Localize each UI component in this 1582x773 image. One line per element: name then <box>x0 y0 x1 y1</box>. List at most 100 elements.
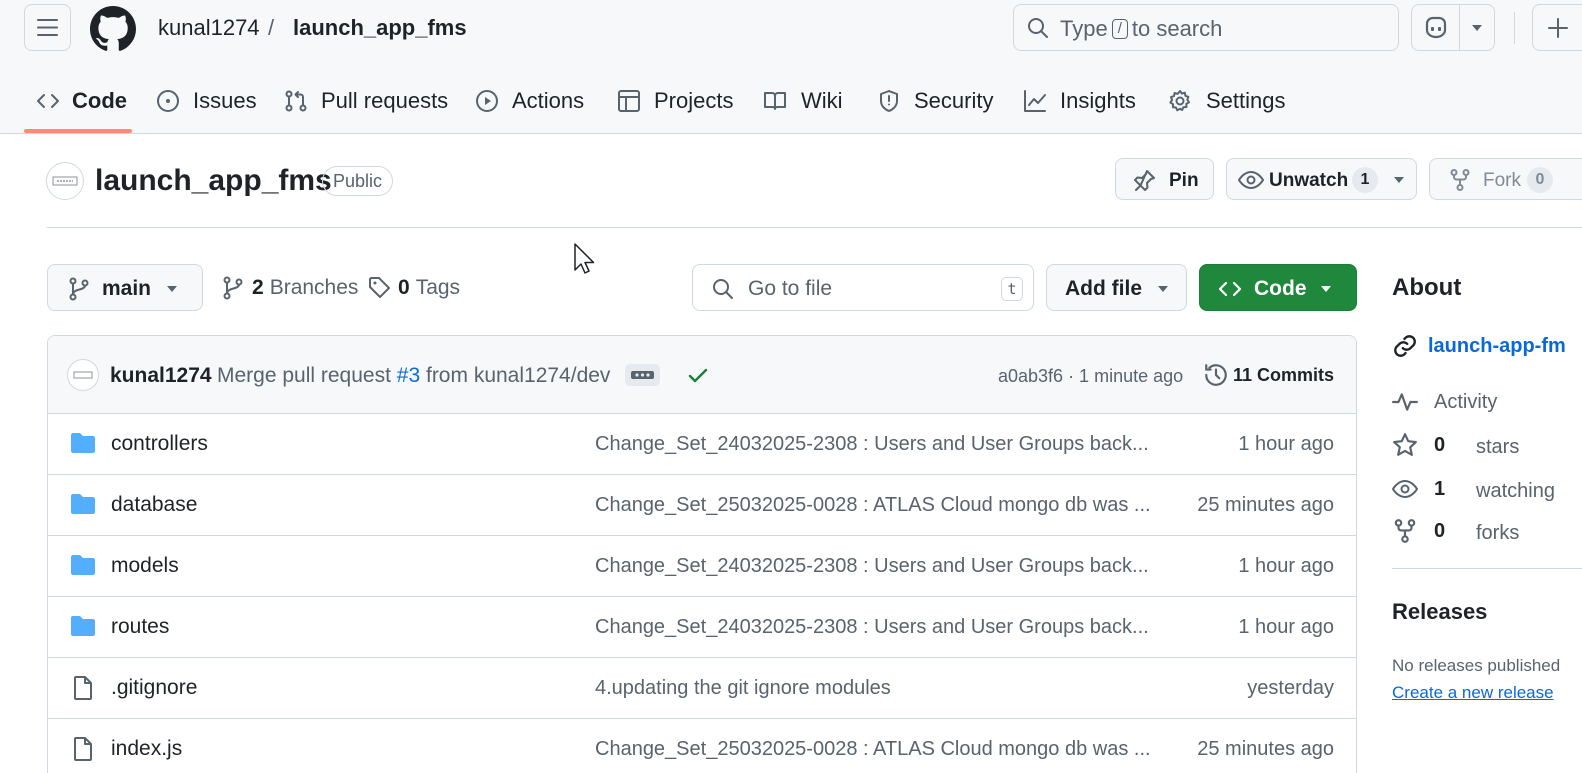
file-commit-time: 25 minutes ago <box>1197 494 1334 516</box>
mouse-cursor-icon <box>574 243 595 274</box>
folder-icon <box>71 555 95 575</box>
search-icon <box>1028 18 1048 38</box>
file-name[interactable]: models <box>111 554 179 578</box>
fork-icon <box>1394 519 1416 543</box>
divider <box>47 227 1582 228</box>
code-icon <box>1218 281 1242 297</box>
tab-wiki[interactable]: Wiki <box>763 83 843 119</box>
chevron-down-icon <box>1472 25 1482 31</box>
file-name[interactable]: routes <box>111 615 169 639</box>
search-input[interactable]: Type / to search <box>1013 4 1399 51</box>
commit-hash-time[interactable]: a0ab3f6 · 1 minute ago <box>998 366 1183 387</box>
breadcrumb-owner[interactable]: kunal1274 <box>158 14 260 42</box>
repo-title[interactable]: launch_app_fms <box>95 163 332 199</box>
file-commit-time: 1 hour ago <box>1238 616 1334 638</box>
file-row[interactable]: models Change_Set_24032025-2308 : Users … <box>48 536 1356 597</box>
pull-request-icon <box>285 90 307 112</box>
file-commit-message[interactable]: Change_Set_24032025-2308 : Users and Use… <box>595 432 1155 456</box>
branch-icon <box>69 277 89 301</box>
tab-insights[interactable]: Insights <box>1023 83 1136 119</box>
pr-link[interactable]: #3 <box>397 364 420 387</box>
file-commit-message[interactable]: Change_Set_25032025-0028 : ATLAS Cloud m… <box>595 737 1155 761</box>
file-row[interactable]: .gitignore 4.updating the git ignore mod… <box>48 658 1356 719</box>
file-browser: kunal1274 Merge pull request #3 from kun… <box>47 335 1357 773</box>
file-commit-message[interactable]: Change_Set_25032025-0028 : ATLAS Cloud m… <box>595 493 1155 517</box>
copilot-icon <box>1425 16 1447 39</box>
issue-icon <box>157 90 179 112</box>
folder-icon <box>71 433 95 453</box>
book-icon <box>764 92 786 110</box>
check-icon[interactable] <box>686 364 710 388</box>
branch-selector[interactable]: main <box>47 264 203 311</box>
fork-count: 0 <box>1527 167 1553 193</box>
selected-tab-indicator <box>24 129 132 133</box>
fork-button[interactable]: Fork 0 <box>1429 158 1582 200</box>
file-commit-time: 25 minutes ago <box>1197 738 1334 760</box>
file-name[interactable]: .gitignore <box>111 676 197 700</box>
github-logo-icon[interactable] <box>90 6 136 52</box>
repo-owner-avatar[interactable] <box>46 162 84 200</box>
tags-link[interactable]: 0 Tags <box>368 274 460 302</box>
create-release-link[interactable]: Create a new release <box>1392 683 1554 703</box>
homepage-link[interactable]: launch-app-fm <box>1392 333 1582 359</box>
file-commit-message[interactable]: Change_Set_24032025-2308 : Users and Use… <box>595 615 1155 639</box>
tag-icon <box>369 277 390 298</box>
shield-icon <box>880 90 898 112</box>
breadcrumb-repo[interactable]: launch_app_fms <box>293 14 467 42</box>
file-name[interactable]: index.js <box>111 737 182 761</box>
search-icon <box>713 279 733 299</box>
releases-heading[interactable]: Releases <box>1392 599 1487 625</box>
history-icon <box>1205 364 1227 386</box>
branches-link[interactable]: 2 Branches <box>221 274 358 302</box>
releases-empty-text: No releases published <box>1392 656 1561 675</box>
star-icon <box>1393 433 1417 456</box>
folder-icon <box>71 616 95 636</box>
tab-code[interactable]: Code <box>36 83 128 119</box>
file-commit-time: 1 hour ago <box>1238 433 1334 455</box>
commit-message[interactable]: Merge pull request #3 from kunal1274/dev <box>217 364 610 388</box>
expand-message-button[interactable] <box>625 364 660 386</box>
file-row[interactable]: controllers Change_Set_24032025-2308 : U… <box>48 414 1356 475</box>
commits-link[interactable]: 11 Commits <box>1203 362 1334 388</box>
visibility-badge: Public <box>322 166 394 196</box>
commit-author[interactable]: kunal1274 <box>110 364 212 388</box>
pin-button[interactable]: Pin <box>1115 158 1214 200</box>
tab-issues[interactable]: Issues <box>156 83 257 119</box>
file-commit-message[interactable]: 4.updating the git ignore modules <box>595 676 1155 700</box>
file-row[interactable]: index.js Change_Set_25032025-0028 : ATLA… <box>48 719 1356 773</box>
create-new-button[interactable] <box>1532 4 1582 51</box>
chevron-down-icon <box>1394 177 1404 183</box>
hamburger-icon <box>37 19 58 36</box>
file-name[interactable]: database <box>111 493 197 517</box>
link-icon <box>1394 335 1416 357</box>
file-row[interactable]: routes Change_Set_24032025-2308 : Users … <box>48 597 1356 658</box>
pin-icon <box>1134 170 1155 191</box>
divider <box>1392 568 1582 569</box>
go-to-file-input[interactable]: Go to file t <box>692 264 1034 311</box>
chevron-down-icon <box>167 286 177 292</box>
about-heading: About <box>1392 274 1462 301</box>
breadcrumb-separator: / <box>268 15 275 40</box>
fork-icon <box>1450 169 1470 191</box>
tab-pull-requests[interactable]: Pull requests <box>284 83 448 119</box>
table-icon <box>618 90 640 112</box>
menu-button[interactable] <box>24 4 71 51</box>
eye-icon <box>1392 480 1418 498</box>
commit-author-avatar[interactable] <box>67 359 99 391</box>
file-name[interactable]: controllers <box>111 432 208 456</box>
tab-actions[interactable]: Actions <box>475 83 585 119</box>
tab-settings[interactable]: Settings <box>1168 83 1286 119</box>
file-commit-message[interactable]: Change_Set_24032025-2308 : Users and Use… <box>595 554 1155 578</box>
copilot-button[interactable] <box>1411 4 1495 51</box>
tab-security[interactable]: Security <box>877 83 993 119</box>
file-row[interactable]: database Change_Set_25032025-0028 : ATLA… <box>48 475 1356 536</box>
pulse-icon <box>1392 393 1418 411</box>
unwatch-button[interactable]: Unwatch 1 <box>1226 158 1417 200</box>
shortcut-key: t <box>1001 277 1023 301</box>
add-file-button[interactable]: Add file <box>1046 264 1187 311</box>
graph-icon <box>1024 90 1046 112</box>
search-placeholder: Type / to search <box>1060 16 1223 41</box>
plus-icon <box>1548 18 1568 38</box>
tab-projects[interactable]: Projects <box>617 83 733 119</box>
code-button[interactable]: Code <box>1199 264 1357 311</box>
